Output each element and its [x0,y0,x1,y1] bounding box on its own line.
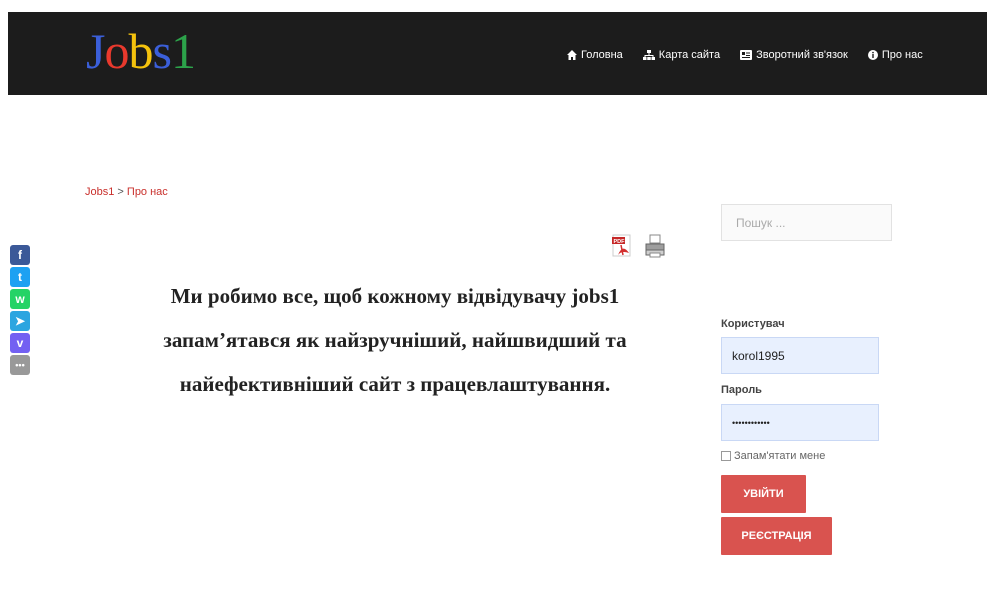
breadcrumb: Jobs1 > Про нас [85,186,168,198]
logo-letter: J [86,23,105,79]
pdf-icon[interactable]: PDF [612,234,634,258]
login-button[interactable]: УВІЙТИ [721,475,806,513]
register-button[interactable]: РЕЄСТРАЦІЯ [721,517,832,555]
password-field[interactable]: •••••••••••• [721,404,879,441]
twitter-share-icon[interactable]: t [10,267,30,287]
remember-me: Запам'ятати мене [721,450,825,462]
breadcrumb-current[interactable]: Про нас [127,186,168,198]
sitemap-icon [642,50,655,60]
nav-label: Зворотний зв'язок [756,49,848,61]
more-share-icon[interactable]: ••• [10,355,30,375]
print-icon[interactable] [644,234,666,258]
nav-label: Про нас [881,49,923,61]
whatsapp-share-icon[interactable]: w [10,289,30,309]
top-navbar: Jobs1 Головна Карта сайта Зворотний зв'я… [8,12,987,95]
home-icon [567,50,577,60]
main-nav: Головна Карта сайта Зворотний зв'язок Пр… [567,47,943,63]
viber-share-icon[interactable]: v [10,333,30,353]
svg-text:PDF: PDF [614,239,626,245]
logo-letter: s [152,23,171,79]
remember-checkbox[interactable] [721,451,731,461]
username-label: Користувач [721,318,785,330]
nav-label: Карта сайта [658,49,721,61]
info-icon [867,50,878,60]
search-input[interactable]: Пошук ... [721,204,892,241]
facebook-share-icon[interactable]: f [10,245,30,265]
telegram-share-icon[interactable]: ➤ [10,311,30,331]
remember-label: Запам'ятати мене [734,450,826,462]
nav-item-sitemap[interactable]: Карта сайта [642,47,721,63]
nav-item-about[interactable]: Про нас [867,47,923,63]
nav-item-contact[interactable]: Зворотний зв'язок [740,47,848,63]
username-field[interactable]: korol1995 [721,337,879,374]
logo-letter: 1 [170,23,196,79]
share-bar: f t w ➤ v ••• [10,245,30,375]
breadcrumb-home-link[interactable]: Jobs1 [85,186,114,198]
logo-letter: o [104,23,129,79]
breadcrumb-separator: > [114,186,127,198]
nav-item-home[interactable]: Головна [567,47,623,63]
site-logo[interactable]: Jobs1 [86,23,196,79]
contact-card-icon [740,50,753,60]
document-actions: PDF [612,234,666,258]
page-headline: Ми робимо все, щоб кожному відвідувачу j… [163,284,627,396]
nav-label: Головна [581,49,623,61]
password-label: Пароль [721,384,762,396]
logo-letter: b [128,23,153,79]
